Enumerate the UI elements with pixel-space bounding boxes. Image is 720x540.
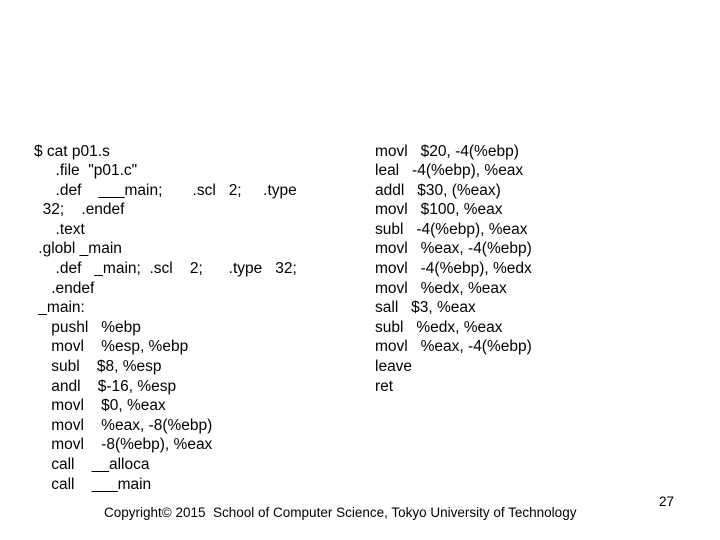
code-line: .def _main; .scl 2; .type 32; xyxy=(34,260,297,278)
code-line: call __alloca xyxy=(34,456,150,473)
code-line: subl %edx, %eax xyxy=(375,318,503,336)
slide-canvas: $ cat p01.s .file "p01.c" .def ___main; … xyxy=(0,0,720,540)
code-line: subl $8, %esp xyxy=(34,358,162,376)
code-line: call ___main xyxy=(34,475,152,493)
code-line: movl $20, -4(%ebp) xyxy=(375,142,519,160)
code-line: movl %edx, %eax xyxy=(375,279,507,297)
assembly-listing-left: $ cat p01.s .file "p01.c" .def ___main; … xyxy=(34,142,297,495)
code-line: movl %eax, -4(%ebp) xyxy=(375,338,532,356)
code-line: movl %eax, -4(%ebp) xyxy=(375,240,532,258)
code-line: .file "p01.c" xyxy=(34,162,138,180)
code-line: $ cat p01.s xyxy=(34,142,110,160)
code-line: movl -8(%ebp), %eax xyxy=(34,436,213,454)
code-line: sall $3, %eax xyxy=(375,299,476,317)
code-line: addl $30, (%eax) xyxy=(375,181,501,199)
code-line: movl -4(%ebp), %edx xyxy=(375,260,532,278)
code-line: .endef xyxy=(34,279,95,297)
code-line: .text xyxy=(34,220,85,238)
code-line: 32; .endef xyxy=(34,201,125,219)
code-line: movl $0, %eax xyxy=(34,397,166,415)
code-line: _main: xyxy=(34,299,85,317)
code-line: subl -4(%ebp), %eax xyxy=(375,220,528,238)
code-line: .def ___main; .scl 2; .type xyxy=(34,181,297,199)
slide-number: 27 xyxy=(659,494,675,509)
code-line: andl $-16, %esp xyxy=(34,377,177,395)
code-line: pushl %ebp xyxy=(34,318,141,336)
code-line: .globl _main xyxy=(34,240,122,258)
footer-copyright: Copyright© 2015 School of Computer Scien… xyxy=(104,505,577,520)
assembly-listing-right: movl $20, -4(%ebp) leal -4(%ebp), %eax add… xyxy=(375,142,532,397)
code-line: movl %eax, -8(%ebp) xyxy=(34,416,213,434)
code-line: ret xyxy=(375,377,394,395)
code-line: movl %esp, %ebp xyxy=(34,338,189,356)
code-line: leal -4(%ebp), %eax xyxy=(375,162,524,180)
code-line: leave xyxy=(375,358,413,376)
code-line: movl $100, %eax xyxy=(375,201,503,219)
